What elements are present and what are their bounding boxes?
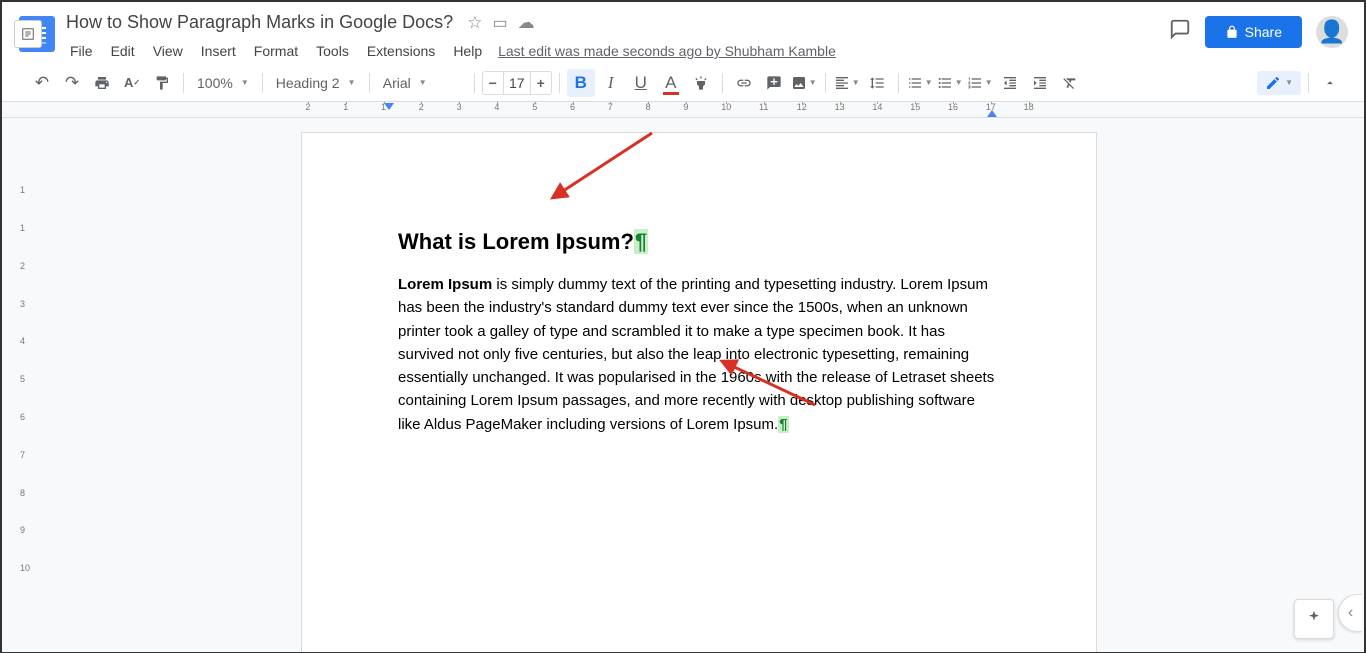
- chevron-down-icon: ▼: [809, 78, 817, 87]
- chevron-down-icon: ▼: [985, 78, 993, 87]
- vertical-ruler[interactable]: 112345678910: [2, 118, 34, 652]
- separator: [722, 73, 723, 93]
- separator: [825, 73, 826, 93]
- separator: [898, 73, 899, 93]
- collapse-menus-button[interactable]: [1316, 69, 1344, 97]
- underline-button[interactable]: U: [627, 69, 655, 97]
- star-icon[interactable]: ☆: [467, 13, 482, 33]
- last-edit-link[interactable]: Last edit was made seconds ago by Shubha…: [498, 43, 836, 59]
- menu-view[interactable]: View: [145, 39, 191, 63]
- checklist-button[interactable]: ▼: [906, 69, 934, 97]
- menu-format[interactable]: Format: [246, 39, 306, 63]
- editing-mode-button[interactable]: ▼: [1257, 71, 1301, 95]
- spellcheck-button[interactable]: A✓: [118, 69, 146, 97]
- chevron-down-icon: ▼: [241, 78, 249, 87]
- menu-file[interactable]: File: [62, 39, 101, 63]
- paint-format-button[interactable]: [148, 69, 176, 97]
- comments-icon[interactable]: [1169, 18, 1191, 46]
- document-heading[interactable]: What is Lorem Ipsum?¶: [398, 229, 1000, 255]
- font-size-increase[interactable]: +: [531, 75, 551, 91]
- separator: [183, 73, 184, 93]
- header-right: Share 👤: [1169, 8, 1348, 48]
- font-size-decrease[interactable]: −: [483, 75, 503, 91]
- separator: [1308, 73, 1309, 93]
- annotation-arrow-1: [542, 128, 662, 213]
- italic-button[interactable]: I: [597, 69, 625, 97]
- toolbar: ↶ ↷ A✓ 100% ▼ Heading 2 ▼ Arial ▼ − 17 +…: [2, 64, 1364, 102]
- insert-link-button[interactable]: [730, 69, 758, 97]
- numbered-list-button[interactable]: ▼: [966, 69, 994, 97]
- pilcrow-mark: ¶: [778, 416, 788, 433]
- add-comment-button[interactable]: [760, 69, 788, 97]
- menu-help[interactable]: Help: [445, 39, 490, 63]
- document-page[interactable]: What is Lorem Ipsum?¶ Lorem Ipsum is sim…: [301, 132, 1097, 652]
- highlight-button[interactable]: [687, 69, 715, 97]
- print-button[interactable]: [88, 69, 116, 97]
- zoom-select[interactable]: 100% ▼: [191, 70, 255, 96]
- clear-formatting-button[interactable]: [1056, 69, 1084, 97]
- decrease-indent-button[interactable]: [996, 69, 1024, 97]
- menu-tools[interactable]: Tools: [308, 39, 357, 63]
- zoom-value: 100%: [197, 75, 233, 91]
- menu-insert[interactable]: Insert: [193, 39, 244, 63]
- separator: [559, 73, 560, 93]
- font-value: Arial: [383, 75, 411, 91]
- menu-edit[interactable]: Edit: [103, 39, 143, 63]
- bulleted-list-button[interactable]: ▼: [936, 69, 964, 97]
- header: How to Show Paragraph Marks in Google Do…: [2, 2, 1364, 64]
- align-button[interactable]: ▼: [833, 69, 861, 97]
- bold-button[interactable]: B: [567, 69, 595, 97]
- document-scroll-area[interactable]: What is Lorem Ipsum?¶ Lorem Ipsum is sim…: [34, 118, 1364, 652]
- outline-toggle-button[interactable]: [14, 20, 42, 48]
- undo-button[interactable]: ↶: [28, 69, 56, 97]
- chevron-down-icon: ▼: [419, 78, 427, 87]
- increase-indent-button[interactable]: [1026, 69, 1054, 97]
- menu-bar: File Edit View Insert Format Tools Exten…: [62, 37, 1169, 63]
- document-area: 112345678910 What is Lorem Ipsum?¶ Lorem…: [2, 118, 1364, 652]
- toolbar-right: ▼: [1257, 69, 1344, 97]
- document-body[interactable]: Lorem Ipsum is simply dummy text of the …: [398, 273, 1000, 436]
- body-bold-text: Lorem Ipsum: [398, 276, 492, 293]
- line-spacing-button[interactable]: [863, 69, 891, 97]
- document-title[interactable]: How to Show Paragraph Marks in Google Do…: [62, 10, 457, 35]
- move-folder-icon[interactable]: ▭: [492, 13, 507, 33]
- title-area: How to Show Paragraph Marks in Google Do…: [62, 8, 1169, 63]
- style-value: Heading 2: [276, 75, 340, 91]
- explore-button[interactable]: [1294, 599, 1334, 639]
- share-button[interactable]: Share: [1205, 16, 1302, 48]
- style-select[interactable]: Heading 2 ▼: [270, 70, 362, 96]
- separator: [262, 73, 263, 93]
- text-color-button[interactable]: A: [657, 69, 685, 97]
- heading-text: What is Lorem Ipsum?: [398, 229, 634, 254]
- horizontal-ruler[interactable]: 21123456789101112131415161718: [2, 102, 1364, 118]
- pilcrow-mark: ¶: [634, 229, 648, 254]
- chevron-down-icon: ▼: [1285, 78, 1293, 87]
- font-size-control: − 17 +: [482, 71, 552, 95]
- cloud-status-icon[interactable]: ☁: [518, 13, 535, 33]
- font-size-value[interactable]: 17: [503, 72, 531, 94]
- separator: [369, 73, 370, 93]
- share-button-label: Share: [1245, 24, 1282, 40]
- chevron-down-icon: ▼: [955, 78, 963, 87]
- title-row: How to Show Paragraph Marks in Google Do…: [62, 8, 1169, 37]
- font-select[interactable]: Arial ▼: [377, 70, 467, 96]
- chevron-down-icon: ▼: [348, 78, 356, 87]
- menu-extensions[interactable]: Extensions: [359, 39, 443, 63]
- separator: [474, 73, 475, 93]
- insert-image-button[interactable]: ▼: [790, 69, 818, 97]
- body-text: is simply dummy text of the printing and…: [398, 276, 994, 433]
- chevron-down-icon: ▼: [925, 78, 933, 87]
- user-avatar[interactable]: 👤: [1316, 16, 1348, 48]
- chevron-down-icon: ▼: [852, 78, 860, 87]
- redo-button[interactable]: ↷: [58, 69, 86, 97]
